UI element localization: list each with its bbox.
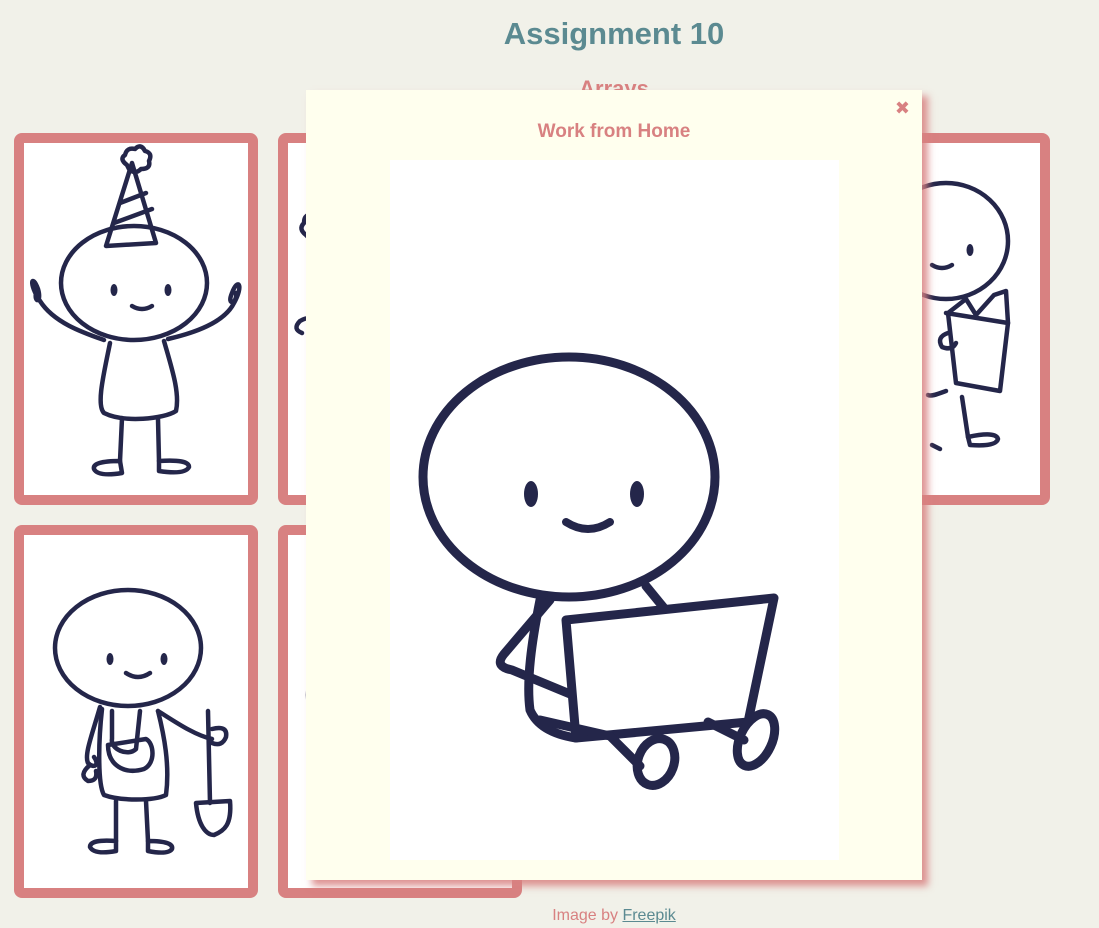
modal-title: Work from Home [537,121,691,142]
image-credit: Image by Freepik [0,907,1099,925]
gallery-card-gardener[interactable] [14,525,258,898]
stickman-party-hat-illustration [30,144,242,477]
image-modal: ✖ Work from Home [306,90,922,880]
close-icon[interactable]: ✖ [895,98,910,118]
page-title: Assignment 10 [503,16,725,51]
stickman-laptop-illustration [418,352,780,790]
image-credit-prefix: Image by [552,907,623,924]
modal-image [390,160,839,860]
stickman-gardener-shovel-illustration [52,587,233,855]
freepik-link[interactable]: Freepik [622,907,675,924]
gallery-card-party[interactable] [14,133,258,505]
